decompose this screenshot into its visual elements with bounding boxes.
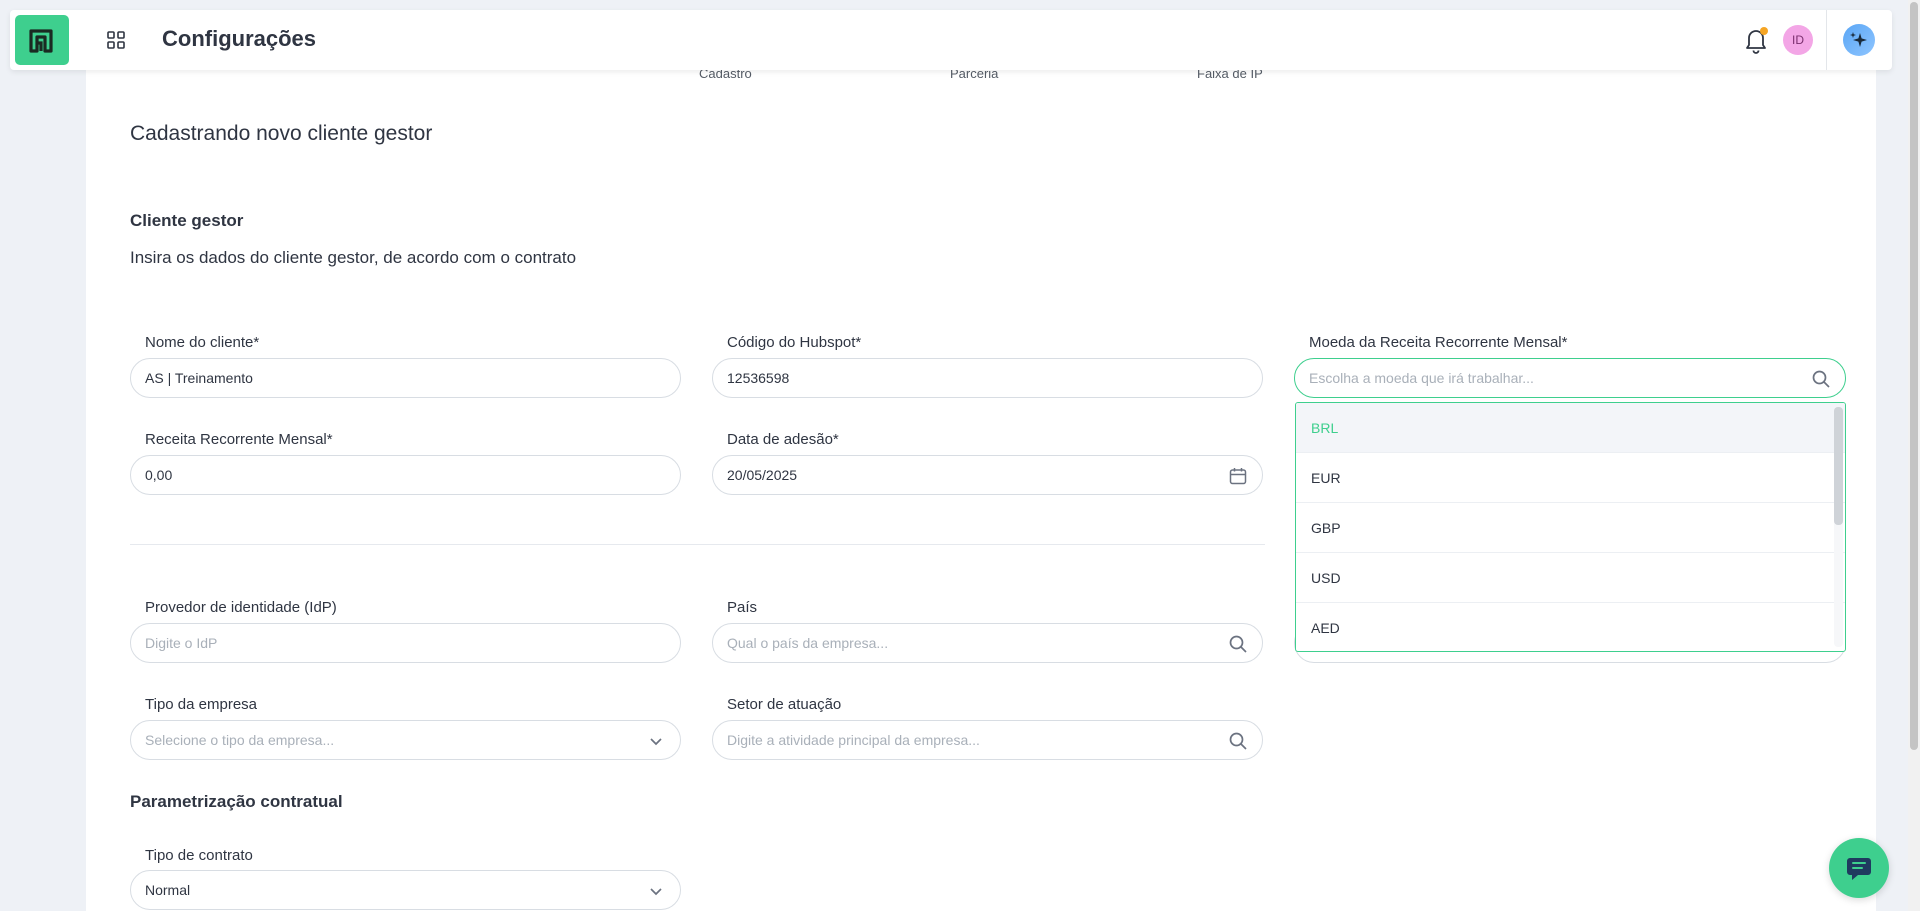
sector-field[interactable] — [712, 720, 1263, 760]
topbar-divider — [1826, 10, 1827, 70]
currency-option-brl[interactable]: BRL — [1296, 403, 1845, 453]
country-label: País — [727, 599, 758, 616]
mrr-field[interactable] — [130, 455, 681, 495]
hubspot-code-label: Código do Hubspot* — [727, 334, 862, 351]
section-title-contract: Parametrização contratual — [130, 792, 343, 811]
sparkles-icon[interactable] — [1843, 24, 1875, 56]
company-type-input[interactable] — [145, 732, 666, 748]
join-date-field[interactable] — [712, 455, 1263, 495]
client-name-label: Nome do cliente* — [145, 334, 260, 351]
section-title-client: Cliente gestor — [130, 211, 244, 230]
page-scrollbar-thumb[interactable] — [1910, 2, 1918, 750]
page-title: Configurações — [162, 26, 317, 51]
calendar-icon[interactable] — [1228, 466, 1248, 486]
sector-input[interactable] — [727, 732, 1248, 748]
chat-bubble-icon[interactable] — [1829, 838, 1889, 898]
contract-type-label: Tipo de contrato — [145, 847, 253, 864]
currency-option-gbp[interactable]: GBP — [1296, 503, 1845, 553]
contract-type-select[interactable]: Normal — [130, 870, 681, 910]
top-bar: Configurações ID — [10, 10, 1892, 70]
chevron-down-icon[interactable] — [646, 731, 666, 751]
sector-label: Setor de atuação — [727, 696, 842, 713]
join-date-input[interactable] — [727, 467, 1248, 483]
contract-type-value: Normal — [145, 882, 191, 898]
idp-label: Provedor de identidade (IdP) — [145, 599, 337, 616]
client-name-input[interactable] — [145, 370, 666, 386]
dropdown-scrollbar-thumb[interactable] — [1834, 407, 1843, 525]
search-icon[interactable] — [1228, 634, 1248, 654]
page-scrollbar[interactable] — [1908, 0, 1920, 911]
apps-grid-icon[interactable] — [106, 30, 126, 50]
currency-dropdown[interactable]: BRL EUR GBP USD AED — [1295, 402, 1846, 652]
company-type-select[interactable] — [130, 720, 681, 760]
section-description: Insira os dados do cliente gestor, de ac… — [130, 248, 577, 267]
currency-field[interactable] — [1294, 358, 1846, 398]
dropdown-scrollbar[interactable] — [1834, 407, 1843, 647]
notification-badge — [1760, 27, 1768, 35]
section-divider — [130, 544, 1265, 545]
currency-option-aed[interactable]: AED — [1296, 603, 1845, 651]
company-type-label: Tipo da empresa — [145, 696, 258, 713]
idp-field[interactable] — [130, 623, 681, 663]
currency-search-input[interactable] — [1309, 370, 1831, 386]
chevron-down-icon[interactable] — [646, 881, 666, 901]
currency-label: Moeda da Receita Recorrente Mensal* — [1309, 334, 1568, 351]
join-date-label: Data de adesão* — [727, 431, 839, 448]
bell-icon[interactable] — [1743, 26, 1769, 54]
hubspot-code-field[interactable] — [712, 358, 1263, 398]
idp-input[interactable] — [145, 635, 666, 651]
brand-logo-icon[interactable] — [15, 15, 69, 65]
search-icon[interactable] — [1811, 369, 1831, 389]
currency-option-eur[interactable]: EUR — [1296, 453, 1845, 503]
country-field[interactable] — [712, 623, 1263, 663]
client-name-field[interactable] — [130, 358, 681, 398]
country-input[interactable] — [727, 635, 1248, 651]
mrr-input[interactable] — [145, 467, 666, 483]
hubspot-code-input[interactable] — [727, 370, 1248, 386]
currency-option-usd[interactable]: USD — [1296, 553, 1845, 603]
mrr-label: Receita Recorrente Mensal* — [145, 431, 333, 448]
search-icon[interactable] — [1228, 731, 1248, 751]
avatar[interactable]: ID — [1783, 25, 1813, 55]
form-heading: Cadastrando novo cliente gestor — [130, 122, 433, 145]
